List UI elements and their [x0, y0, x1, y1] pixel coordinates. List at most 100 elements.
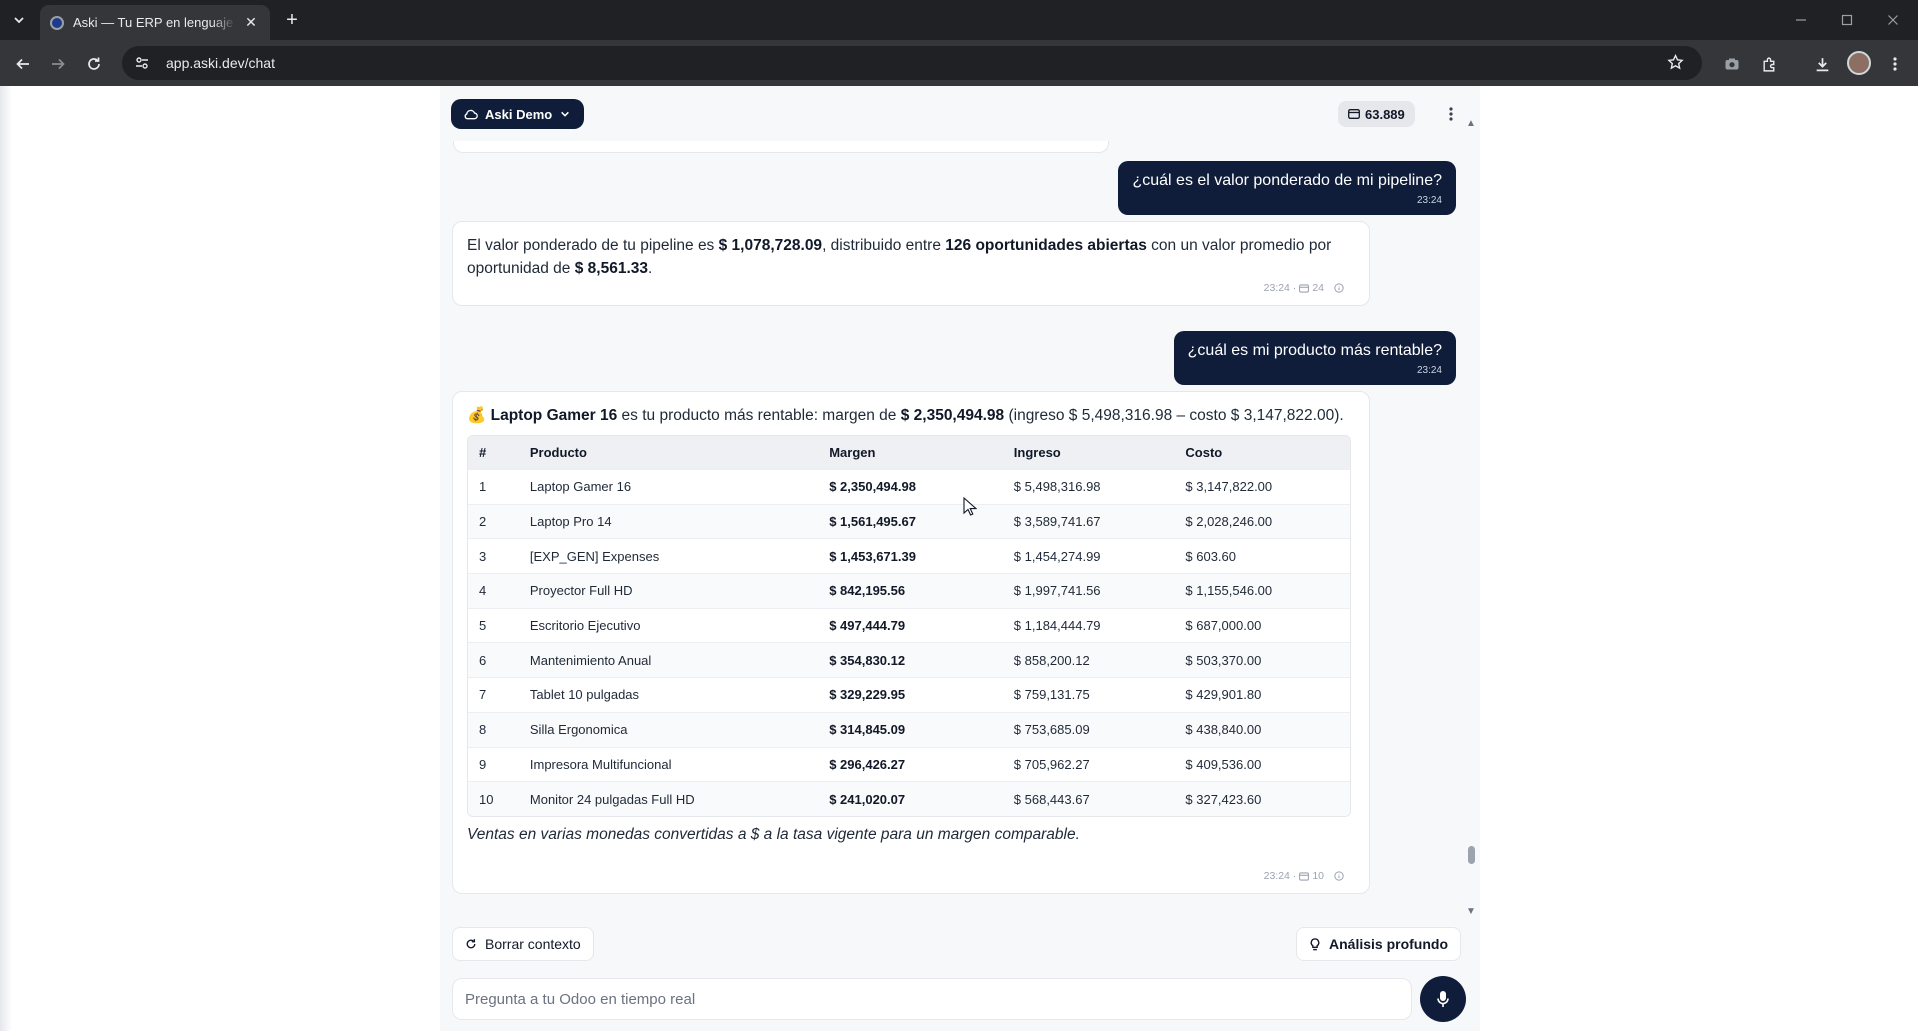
margin-value-bold: $ 314,845.09: [829, 722, 906, 738]
scrollbar-thumb[interactable]: [1468, 846, 1475, 864]
message-meta: 23:24 · 24: [1264, 282, 1347, 294]
bookmark-star-icon[interactable]: [1667, 53, 1684, 76]
scroll-up-arrow[interactable]: ▲: [1466, 118, 1476, 129]
revenue-value: $ 705,962.27: [1013, 756, 1090, 772]
margin-value: $ 842,195.56: [829, 583, 1014, 598]
table-row: 9 Impresora Multifuncional $ 296,426.27 $ 7…: [468, 746, 1350, 782]
browser-tab-bar: Aski — Tu ERP en lenguaje natural ✕ +: [0, 0, 1918, 40]
row-number: 4: [479, 583, 487, 599]
user-message: ¿cuál es el valor ponderado de mi pipeli…: [1118, 161, 1456, 215]
table-row: 3 [EXP_GEN] Expenses $ 1,453,671.39 $ 1,454…: [468, 538, 1350, 573]
close-tab-icon[interactable]: ✕: [242, 14, 260, 31]
product-name: [EXP_GEN] Expenses: [529, 548, 660, 564]
back-button[interactable]: [10, 51, 36, 77]
cost-value: $ 438,840.00: [1185, 722, 1262, 738]
column-header: #: [479, 445, 487, 460]
table-row: 6 Mantenimiento Anual $ 354,830.12 $ 858,20…: [468, 642, 1350, 678]
revenue-value: $ 1,997,741.56: [1013, 583, 1101, 599]
cloud-icon: [463, 108, 478, 120]
camera-extension-icon[interactable]: [1720, 52, 1744, 76]
address-bar[interactable]: app.aski.dev/chat: [122, 46, 1702, 80]
profile-avatar[interactable]: [1847, 51, 1871, 75]
scroll-down-arrow[interactable]: ▼: [1466, 906, 1476, 917]
revenue-value: $ 753,685.09: [1013, 722, 1090, 738]
records-icon: [1299, 283, 1310, 293]
margin-value-bold: $ 296,426.27: [829, 756, 906, 772]
row-number: 8: [479, 722, 487, 738]
credits-badge[interactable]: 63.889: [1338, 101, 1415, 127]
product-name: Tablet 10 pulgadas: [529, 687, 640, 703]
minimize-button[interactable]: [1778, 8, 1824, 32]
more-options-icon[interactable]: [1440, 103, 1462, 125]
new-tab-button[interactable]: +: [280, 9, 304, 33]
info-icon[interactable]: [1334, 871, 1344, 881]
clear-context-button[interactable]: Borrar contexto: [452, 927, 594, 961]
browser-menu-icon[interactable]: [1883, 52, 1907, 76]
margin-value: $ 241,020.07: [829, 792, 1014, 807]
table-row: 4 Proyector Full HD $ 842,195.56 $ 1,997,74…: [468, 573, 1350, 608]
text-fragment: El valor ponderado de tu pipeline es: [467, 237, 719, 254]
product-name: Proyector Full HD: [529, 583, 633, 599]
chevron-down-icon: [14, 17, 24, 24]
product-name: Silla Ergonomica: [529, 722, 628, 738]
margin-value-bold: $ 1,453,671.39: [829, 548, 916, 564]
downloads-icon[interactable]: [1810, 52, 1834, 76]
message-time: 23:24: [1416, 365, 1442, 376]
product-name: Impresora Multifuncional: [529, 756, 672, 772]
message-meta: 23:24 · 10: [1264, 870, 1347, 882]
margin-value: $ 354,830.12: [829, 653, 1014, 668]
close-icon: [1888, 15, 1898, 25]
reload-button[interactable]: [81, 51, 107, 77]
cost-value: $ 1,155,546.00: [1185, 583, 1273, 599]
column-header: Producto: [529, 445, 587, 460]
margin-value-bold: $ 354,830.12: [829, 652, 906, 668]
column-header: Margen: [829, 445, 876, 460]
user-message-text: ¿cuál es el valor ponderado de mi pipeli…: [1132, 172, 1442, 189]
company-selector-button[interactable]: Aski Demo: [451, 99, 585, 129]
top-margin: $ 2,350,494.98: [900, 407, 1005, 424]
company-name: Aski Demo: [485, 106, 553, 122]
margin-value: $ 497,444.79: [829, 618, 1014, 633]
chat-actions: Borrar contexto Análisis profundo: [440, 924, 1480, 964]
cost-value: $ 327,423.60: [1185, 791, 1262, 807]
voice-input-button[interactable]: [1420, 976, 1466, 1022]
top-product: Laptop Gamer 16: [490, 407, 618, 424]
text-fragment: es tu producto más rentable: margen de: [617, 407, 901, 424]
maximize-icon: [1841, 14, 1853, 26]
table-row: 1 Laptop Gamer 16 $ 2,350,494.98 $ 5,498,31…: [468, 469, 1350, 504]
message-input[interactable]: [453, 979, 1411, 1019]
chat-messages[interactable]: ¿cuál es el valor ponderado de mi pipeli…: [440, 141, 1480, 921]
revenue-value: $ 858,200.12: [1013, 652, 1090, 668]
row-number: 3: [479, 548, 487, 564]
info-icon[interactable]: [1334, 283, 1344, 293]
revenue-value: $ 5,498,316.98: [1013, 479, 1101, 495]
tab-search-button[interactable]: [6, 8, 32, 32]
user-message-text: ¿cuál es mi producto más rentable?: [1187, 342, 1442, 359]
records-count: 24: [1312, 282, 1324, 294]
app-header: Aski Demo 63.889: [440, 86, 1480, 141]
mouse-cursor-icon: [963, 497, 977, 516]
table-header-row: # Producto Margen Ingreso Costo: [468, 436, 1350, 469]
margin-value-bold: $ 241,020.07: [829, 791, 906, 807]
credit-card-icon: [1348, 109, 1360, 119]
browser-toolbar: app.aski.dev/chat: [0, 40, 1918, 86]
margin-value: $ 329,229.95: [829, 687, 1014, 702]
site-settings-icon[interactable]: [134, 55, 154, 71]
money-bag-icon: 💰: [467, 407, 487, 424]
maximize-button[interactable]: [1824, 8, 1870, 32]
browser-tab[interactable]: Aski — Tu ERP en lenguaje natural ✕: [40, 5, 270, 40]
extensions-puzzle-icon[interactable]: [1757, 52, 1781, 76]
column-header: Costo: [1185, 445, 1223, 460]
row-number: 2: [479, 514, 487, 530]
margin-value-bold: $ 2,350,494.98: [829, 479, 916, 495]
arrow-left-icon: [16, 58, 29, 70]
assistant-message-text: 💰 Laptop Gamer 16 es tu producto más ren…: [467, 404, 1355, 427]
assistant-message-text: El valor ponderado de tu pipeline es $ 1…: [467, 234, 1355, 280]
forward-button[interactable]: [45, 51, 71, 77]
message-time: 23:24 ·: [1263, 870, 1297, 882]
deep-analysis-button[interactable]: Análisis profundo: [1296, 927, 1461, 961]
margin-value: $ 1,561,495.67: [829, 514, 1014, 529]
revenue-value: $ 759,131.75: [1013, 687, 1090, 703]
close-window-button[interactable]: [1870, 8, 1916, 32]
pipeline-value: $ 1,078,728.09: [718, 237, 823, 254]
